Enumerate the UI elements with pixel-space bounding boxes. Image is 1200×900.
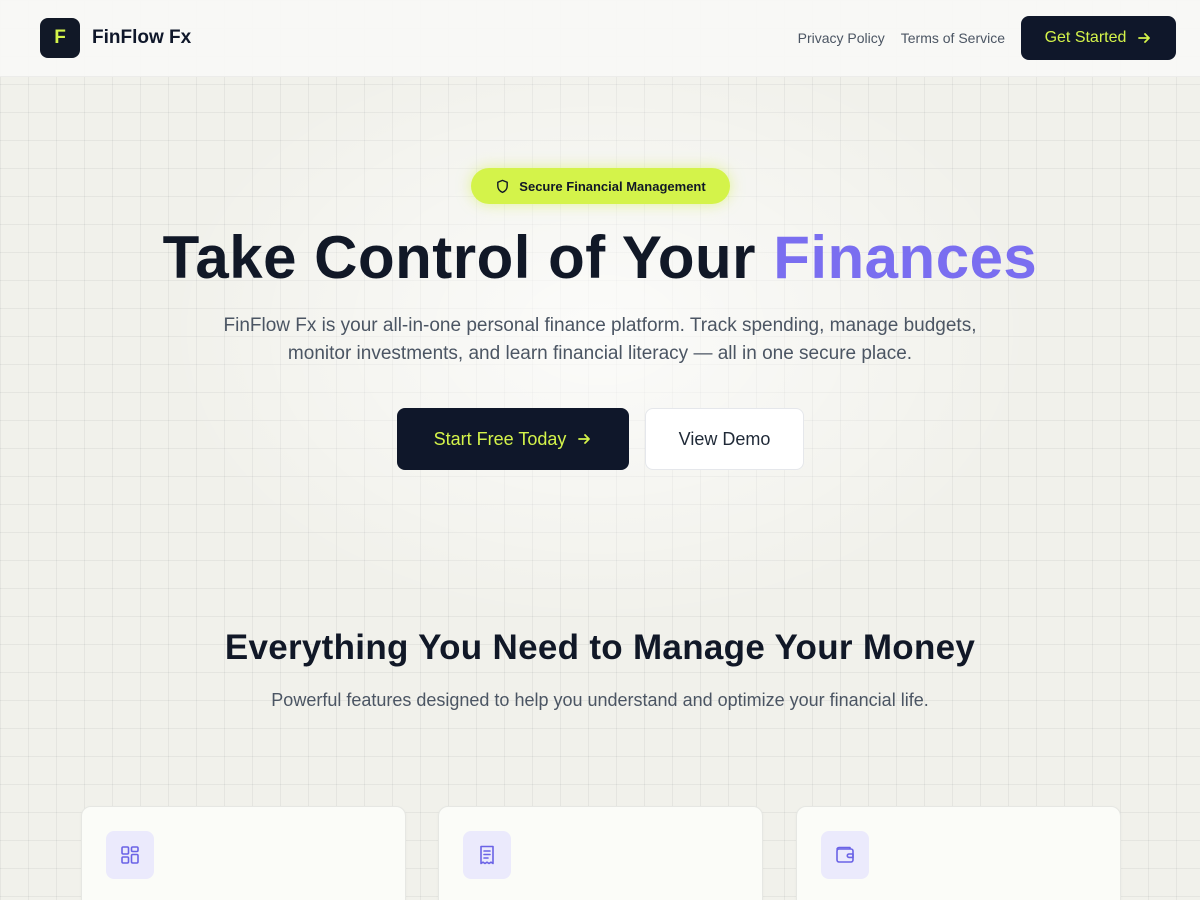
get-started-button[interactable]: Get Started bbox=[1021, 16, 1176, 60]
terms-of-service-link[interactable]: Terms of Service bbox=[901, 30, 1005, 46]
feature-card-receipt[interactable] bbox=[438, 806, 763, 900]
hero-title: Take Control of Your Finances bbox=[0, 222, 1200, 294]
logo-icon: F bbox=[40, 18, 80, 58]
get-started-label: Get Started bbox=[1044, 29, 1127, 46]
start-free-button[interactable]: Start Free Today bbox=[397, 408, 629, 470]
start-free-label: Start Free Today bbox=[433, 428, 567, 449]
wallet-icon bbox=[821, 831, 869, 879]
arrow-right-icon bbox=[1138, 33, 1151, 43]
feature-card-dashboard[interactable] bbox=[81, 806, 406, 900]
header-nav: Privacy Policy Terms of Service Get Star… bbox=[782, 16, 1176, 60]
features-subtitle: Powerful features designed to help you u… bbox=[271, 690, 929, 710]
feature-card-wallet[interactable] bbox=[796, 806, 1121, 900]
arrow-right-icon bbox=[578, 434, 591, 444]
receipt-icon bbox=[463, 831, 511, 879]
main-content: Secure Financial Management Take Control… bbox=[0, 0, 1200, 900]
brand-name: FinFlow Fx bbox=[92, 27, 192, 48]
hero-cta-row: Start Free Today View Demo bbox=[397, 408, 804, 470]
security-badge: Secure Financial Management bbox=[471, 168, 730, 204]
features-title: Everything You Need to Manage Your Money bbox=[224, 628, 976, 667]
privacy-policy-link[interactable]: Privacy Policy bbox=[798, 30, 885, 46]
hero-title-main: Take Control of Your bbox=[162, 224, 774, 291]
brand[interactable]: F FinFlow Fx bbox=[40, 18, 191, 58]
view-demo-button[interactable]: View Demo bbox=[645, 408, 804, 470]
dashboard-grid-icon bbox=[106, 831, 154, 879]
hero-title-accent: Finances bbox=[773, 224, 1038, 291]
badge-label: Secure Financial Management bbox=[519, 178, 706, 194]
hero-subtitle: FinFlow Fx is your all-in-one personal f… bbox=[223, 315, 977, 364]
top-navigation-bar: F FinFlow Fx Privacy Policy Terms of Ser… bbox=[0, 0, 1200, 77]
shield-icon bbox=[497, 179, 509, 193]
